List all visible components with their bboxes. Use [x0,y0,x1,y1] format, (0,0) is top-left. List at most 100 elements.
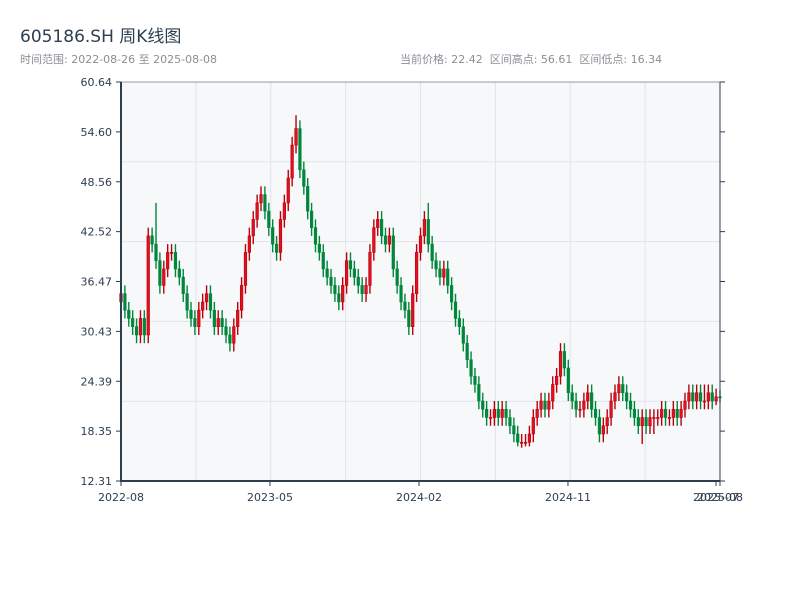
x-tick-label: 2023-05 [247,491,293,504]
candle-down [446,268,450,286]
y-tick-label: 60.64 [81,76,113,89]
candle-up [197,309,201,328]
candle-down [267,210,271,228]
candle-down [691,392,695,402]
candle-up [667,417,672,419]
candle-up [239,285,244,311]
candle-down [481,400,485,410]
candle-up [364,285,368,294]
candle-up [660,408,664,418]
candle-down [123,293,127,311]
candle-down [127,309,131,319]
candle-down [317,243,321,253]
candle-down [450,285,454,303]
candle-down [208,293,213,311]
candle-down [407,309,411,328]
candle-down [485,408,489,418]
candle-up [418,235,423,253]
y-tick-label: 18.35 [81,425,113,438]
candle-up [259,194,263,204]
candle-down [496,408,500,418]
candle-down [220,318,224,328]
candle-up [555,375,559,385]
candle-down [158,260,162,286]
candle-up [442,268,446,278]
candle-down [621,384,625,394]
candle-down [271,227,275,245]
candle-down [356,276,360,286]
candle-up [387,235,391,245]
x-tick-label: 2022-08 [98,491,144,504]
candle-down [263,194,267,212]
candle-down [644,417,648,427]
candle-up [216,318,220,328]
candle-down [306,186,310,212]
candle-down [395,268,399,286]
candle-up [539,400,543,410]
candle-down [313,227,318,245]
candle-down [352,268,356,278]
candle-up [282,202,286,220]
candle-down [543,400,547,410]
candle-up [609,400,613,418]
candle-down [403,301,407,311]
candle-down [434,260,438,270]
candle-up [683,400,687,410]
candle-down [562,351,567,369]
candle-up [415,252,419,294]
candle-down [477,384,481,402]
candle-down [570,392,574,402]
candle-down [593,408,598,418]
candle-down [131,318,135,328]
candle-up [166,252,170,270]
candle-up [582,400,586,410]
candle-down [426,219,430,245]
candle-up [551,384,555,402]
candle-down [380,219,384,237]
candle-up [344,260,349,286]
candle-down [512,425,516,435]
candle-down [597,417,602,435]
candle-up [290,144,294,179]
candle-down [461,326,465,344]
candle-up [714,396,718,402]
candle-down [504,408,508,418]
candle-up [652,417,656,419]
candle-down [321,252,325,270]
candle-down [302,169,306,187]
x-tick-label: 2025-08 [697,491,743,504]
candle-up [523,441,528,444]
candle-down [590,392,594,410]
candle-down [663,408,668,418]
candle-up [586,392,590,402]
candle-up [411,293,415,328]
candle-up [702,400,707,403]
candle-up [341,285,345,303]
candle-down [453,301,458,319]
candle-down [134,326,139,336]
candle-down [391,235,395,270]
candle-down [150,235,154,245]
candle-up [687,392,691,402]
candle-up [278,219,283,253]
candle-down [636,417,640,427]
candle-up [146,235,150,336]
candle-up [236,309,240,328]
candle-up [232,326,236,344]
candle-up [138,318,143,336]
candle-up [648,417,652,427]
candle-up [671,408,675,418]
candle-up [488,417,493,419]
candle-up [531,417,535,435]
candle-up [492,408,497,418]
candle-down [632,408,637,418]
candle-down [298,128,302,171]
candle-up [558,351,563,377]
candle-up [547,400,551,410]
candle-down [438,268,442,278]
candle-down [142,318,146,336]
candle-down [189,309,193,319]
candle-down [628,400,633,410]
candle-up [613,392,617,402]
candle-down [325,268,329,278]
